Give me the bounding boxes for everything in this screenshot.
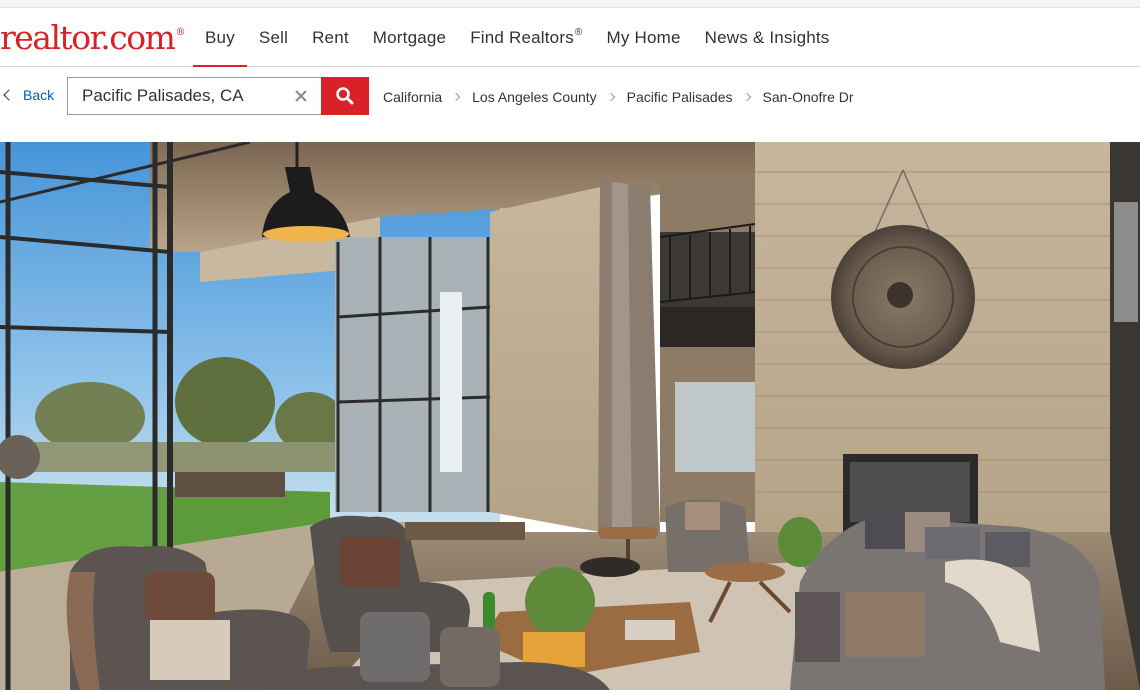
search-icon [336,87,354,105]
nav-label: My Home [606,27,681,47]
nav-label: Rent [312,27,349,47]
breadcrumb-county[interactable]: Los Angeles County [472,89,597,105]
nav-sell[interactable]: Sell [247,8,300,67]
nav-buy[interactable]: Buy [193,8,247,68]
nav-label: Buy [205,27,235,47]
search-row: Back California Los Angeles County Pacif… [0,67,1140,142]
breadcrumb: California Los Angeles County Pacific Pa… [383,89,854,105]
site-header: realtor.com ® Buy Sell Rent Mortgage Find… [0,8,1140,68]
browser-top-strip [0,0,1140,8]
clear-icon[interactable] [294,89,308,103]
nav-my-home[interactable]: My Home [594,8,692,67]
back-label: Back [23,87,55,103]
chevron-right-icon [606,92,615,102]
logo-text: realtor.com [0,18,176,57]
breadcrumb-city[interactable]: Pacific Palisades [627,89,733,105]
nav-label: Find Realtors [470,27,574,47]
nav-find-realtors[interactable]: Find Realtors ® [458,8,594,67]
registered-mark: ® [574,27,583,38]
search-button[interactable] [321,77,369,115]
breadcrumb-california[interactable]: California [383,89,442,105]
chevron-right-icon [742,92,751,102]
chevron-right-icon [451,92,461,102]
logo-registered-mark: ® [175,27,186,38]
nav-news-insights[interactable]: News & Insights [693,8,842,67]
listing-photo-image [0,142,1140,690]
nav-label: Mortgage [372,27,447,47]
nav-label: News & Insights [704,27,830,47]
main-nav: Buy Sell Rent Mortgage Find Realtors ® My… [193,8,842,68]
nav-mortgage[interactable]: Mortgage [361,8,458,67]
listing-photo[interactable] [0,142,1140,690]
back-link[interactable]: Back [3,87,54,103]
nav-rent[interactable]: Rent [300,8,361,67]
search-input[interactable] [82,78,282,114]
chevron-left-icon [3,89,15,101]
realtor-logo[interactable]: realtor.com ® [0,18,185,58]
nav-label: Sell [258,27,289,47]
breadcrumb-street: San-Onofre Dr [762,89,854,105]
search-box [67,77,322,115]
